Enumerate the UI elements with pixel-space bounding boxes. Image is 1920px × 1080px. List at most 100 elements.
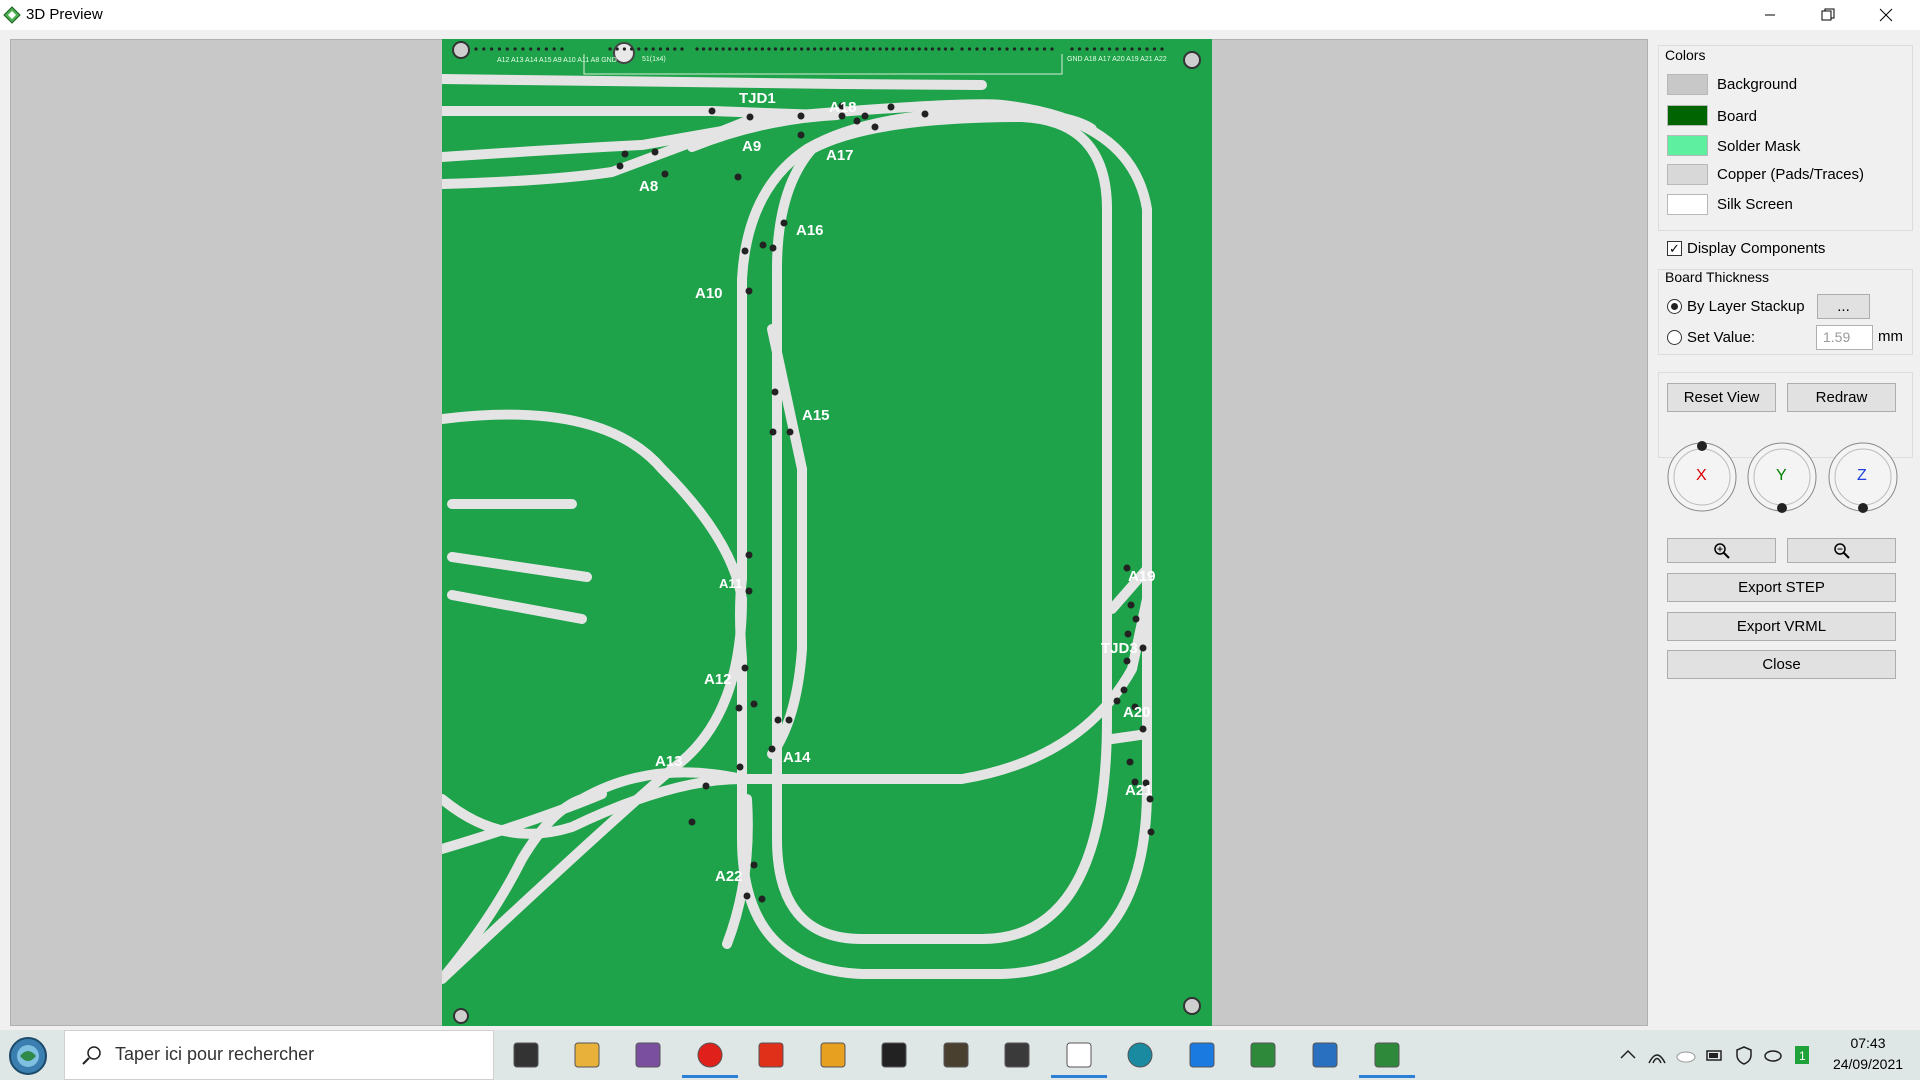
background-label: Background (1717, 76, 1798, 93)
restore-button[interactable] (1799, 0, 1857, 30)
track-point (871, 123, 879, 131)
header-pin (608, 47, 612, 51)
header-pin (1100, 47, 1104, 51)
solder-mask-label: Solder Mask (1717, 138, 1801, 155)
active-indicator (682, 1075, 738, 1078)
paw-app-taskbar-button[interactable] (813, 1035, 853, 1075)
stackup-settings-button[interactable]: ... (1817, 294, 1870, 319)
track-label: A13 (655, 753, 683, 770)
pcb-active-taskbar-button[interactable] (1359, 1035, 1415, 1078)
task-view-taskbar-button[interactable] (506, 1035, 546, 1075)
document-taskbar-button[interactable] (1051, 1035, 1107, 1078)
track-point (1123, 657, 1131, 665)
header-pin (1027, 47, 1032, 51)
header-pin (898, 47, 902, 51)
chevron-up-icon[interactable] (1618, 1045, 1638, 1065)
winrar-taskbar-button[interactable] (628, 1035, 668, 1075)
pcb-app-taskbar-button[interactable] (1243, 1035, 1283, 1075)
header-pin (760, 47, 764, 51)
dark-app-taskbar-button[interactable] (936, 1035, 976, 1075)
set-value-label: Set Value: (1687, 329, 1756, 346)
network-icon[interactable] (1647, 1045, 1667, 1065)
header-pin (644, 47, 648, 51)
reset-view-button[interactable]: Reset View (1667, 383, 1776, 412)
security-icon[interactable] (1734, 1045, 1754, 1065)
export-vrml-button[interactable]: Export VRML (1667, 612, 1896, 641)
track-label: A11 (719, 576, 742, 591)
start-button[interactable] (8, 1036, 48, 1076)
thickness-input[interactable]: 1.59 (1816, 325, 1873, 350)
pcb-board[interactable]: A12 A13 A14 A15 A9 A10 A11 A8 GND 51(1x4… (442, 39, 1212, 1026)
track-point (688, 818, 696, 826)
blue-star-app-taskbar-button[interactable] (1182, 1035, 1222, 1075)
display-components-checkbox[interactable]: ✓ (1667, 241, 1682, 256)
track-label: A17 (826, 147, 854, 164)
close-button[interactable]: Close (1667, 650, 1896, 679)
header-pin (1012, 47, 1017, 51)
by-layer-stackup-radio[interactable] (1667, 299, 1682, 314)
silk-screen-label: Silk Screen (1717, 196, 1793, 213)
start-icon (9, 1037, 47, 1075)
header-pin (800, 47, 804, 51)
board-swatch[interactable] (1667, 105, 1708, 126)
track-point (1126, 758, 1134, 766)
header-pin (950, 47, 954, 51)
minimize-button[interactable] (1741, 0, 1799, 30)
header-mid-label: 51(1x4) (642, 56, 666, 63)
header-pin (904, 47, 908, 51)
green-badge-icon[interactable]: 1 (1792, 1045, 1812, 1065)
close-window-button[interactable] (1857, 0, 1915, 30)
track-point (887, 103, 895, 111)
track-point (786, 428, 794, 436)
track-point (708, 107, 716, 115)
train-app-taskbar-button[interactable] (997, 1035, 1037, 1075)
cloud-sync-icon[interactable] (1763, 1045, 1783, 1065)
rotate-z-dial[interactable]: Z (1827, 441, 1899, 513)
onedrive-icon[interactable] (1676, 1045, 1696, 1065)
header-pin (826, 47, 830, 51)
header-pin (695, 47, 699, 51)
header-pin (615, 47, 619, 51)
track-label: A8 (639, 178, 658, 195)
arduino-taskbar-button[interactable] (1120, 1035, 1160, 1075)
header-pin (1122, 47, 1127, 51)
zoom-in-button[interactable] (1667, 538, 1776, 563)
header-pin (917, 47, 921, 51)
header-pin (1077, 47, 1082, 51)
pcb-active-icon (1374, 1042, 1400, 1068)
header-pin (513, 47, 517, 51)
zoom-out-button[interactable] (1787, 538, 1896, 563)
battery-icon[interactable] (1705, 1045, 1725, 1065)
clock-date[interactable]: 24/09/2021 (1820, 1056, 1916, 1072)
redraw-button[interactable]: Redraw (1787, 383, 1896, 412)
track-point (785, 716, 793, 724)
feather-app-taskbar-button[interactable] (751, 1035, 791, 1075)
close-icon (1879, 8, 1893, 22)
track-label: A22 (715, 868, 743, 885)
document-icon (1066, 1042, 1092, 1068)
header-pin (982, 47, 987, 51)
opera-taskbar-button[interactable] (682, 1035, 738, 1078)
restore-icon (1821, 8, 1835, 21)
silk-screen-swatch[interactable] (1667, 194, 1708, 215)
clock-time[interactable]: 07:43 (1838, 1035, 1898, 1051)
display-components-label: Display Components (1687, 240, 1826, 257)
background-swatch[interactable] (1667, 74, 1708, 95)
file-explorer-taskbar-button[interactable] (567, 1035, 607, 1075)
header-pin (943, 47, 948, 51)
set-value-radio[interactable] (1667, 330, 1682, 345)
copper-swatch[interactable] (1667, 164, 1708, 185)
header-pin (1050, 47, 1054, 51)
search-icon (82, 1046, 101, 1065)
search-box[interactable]: Taper ici pour rechercher (64, 1030, 494, 1080)
by-layer-stackup-label: By Layer Stackup (1687, 298, 1805, 315)
solder-mask-swatch[interactable] (1667, 135, 1708, 156)
header-pin (891, 47, 895, 51)
chip-app-taskbar-button[interactable] (874, 1035, 914, 1075)
task-view-icon (513, 1042, 539, 1068)
export-step-button[interactable]: Export STEP (1667, 573, 1896, 602)
blueprint-app-taskbar-button[interactable] (1305, 1035, 1345, 1075)
rotate-x-dial[interactable]: X (1666, 441, 1738, 513)
rotate-y-dial[interactable]: Y (1746, 441, 1818, 513)
winrar-icon (635, 1042, 661, 1068)
